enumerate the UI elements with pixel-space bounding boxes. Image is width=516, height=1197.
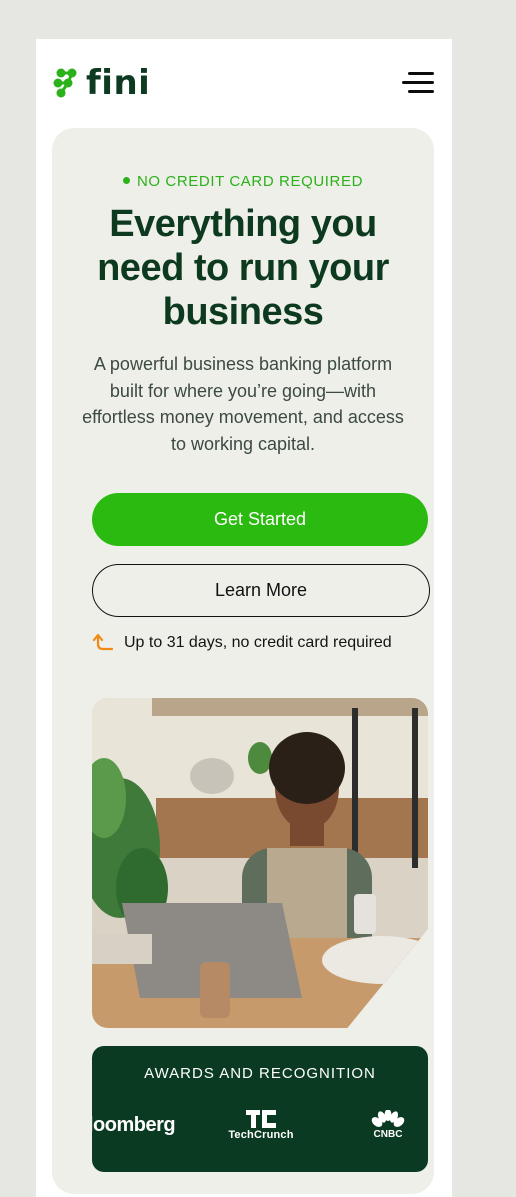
hero-subtext: A powerful business banking platform bui… — [82, 354, 404, 454]
dot-icon — [122, 176, 130, 184]
trial-note: Up to 31 days, no credit card required — [92, 632, 392, 654]
page-frame: fini NO CREDIT CARD REQUIRED Everything … — [36, 39, 452, 1197]
awards-title: AWARDS AND RECOGNITION — [144, 1065, 376, 1082]
trial-note-text: Up to 31 days, no credit card required — [124, 634, 392, 651]
hamburger-menu-icon[interactable] — [402, 72, 434, 94]
techcrunch-text: TechCrunch — [228, 1129, 294, 1141]
get-started-button[interactable]: Get Started — [92, 493, 428, 546]
learn-more-button[interactable]: Learn More — [92, 564, 430, 617]
site-header: fini — [36, 39, 452, 128]
fini-logo-icon — [53, 68, 77, 98]
cnbc-text: CNBC — [373, 1129, 403, 1140]
logo[interactable]: fini — [52, 65, 150, 101]
awards-section: AWARDS AND RECOGNITION loomberg TechCrun… — [92, 1046, 428, 1172]
eyebrow-text: NO CREDIT CARD REQUIRED — [136, 173, 364, 190]
page-title: Everything you need to run your business — [97, 203, 389, 333]
cnbc-logo: CNBC — [368, 1110, 408, 1140]
techcrunch-icon — [246, 1110, 276, 1128]
hero-card: NO CREDIT CARD REQUIRED Everything you n… — [52, 128, 434, 1194]
techcrunch-logo: TechCrunch — [226, 1110, 296, 1141]
peacock-icon — [371, 1110, 405, 1127]
curved-arrow-up-icon — [92, 633, 114, 651]
eyebrow: NO CREDIT CARD REQUIRED — [52, 173, 434, 190]
hero-photo — [92, 698, 428, 1028]
bloomberg-logo: loomberg — [92, 1114, 176, 1136]
logo-text: fini — [86, 63, 151, 103]
